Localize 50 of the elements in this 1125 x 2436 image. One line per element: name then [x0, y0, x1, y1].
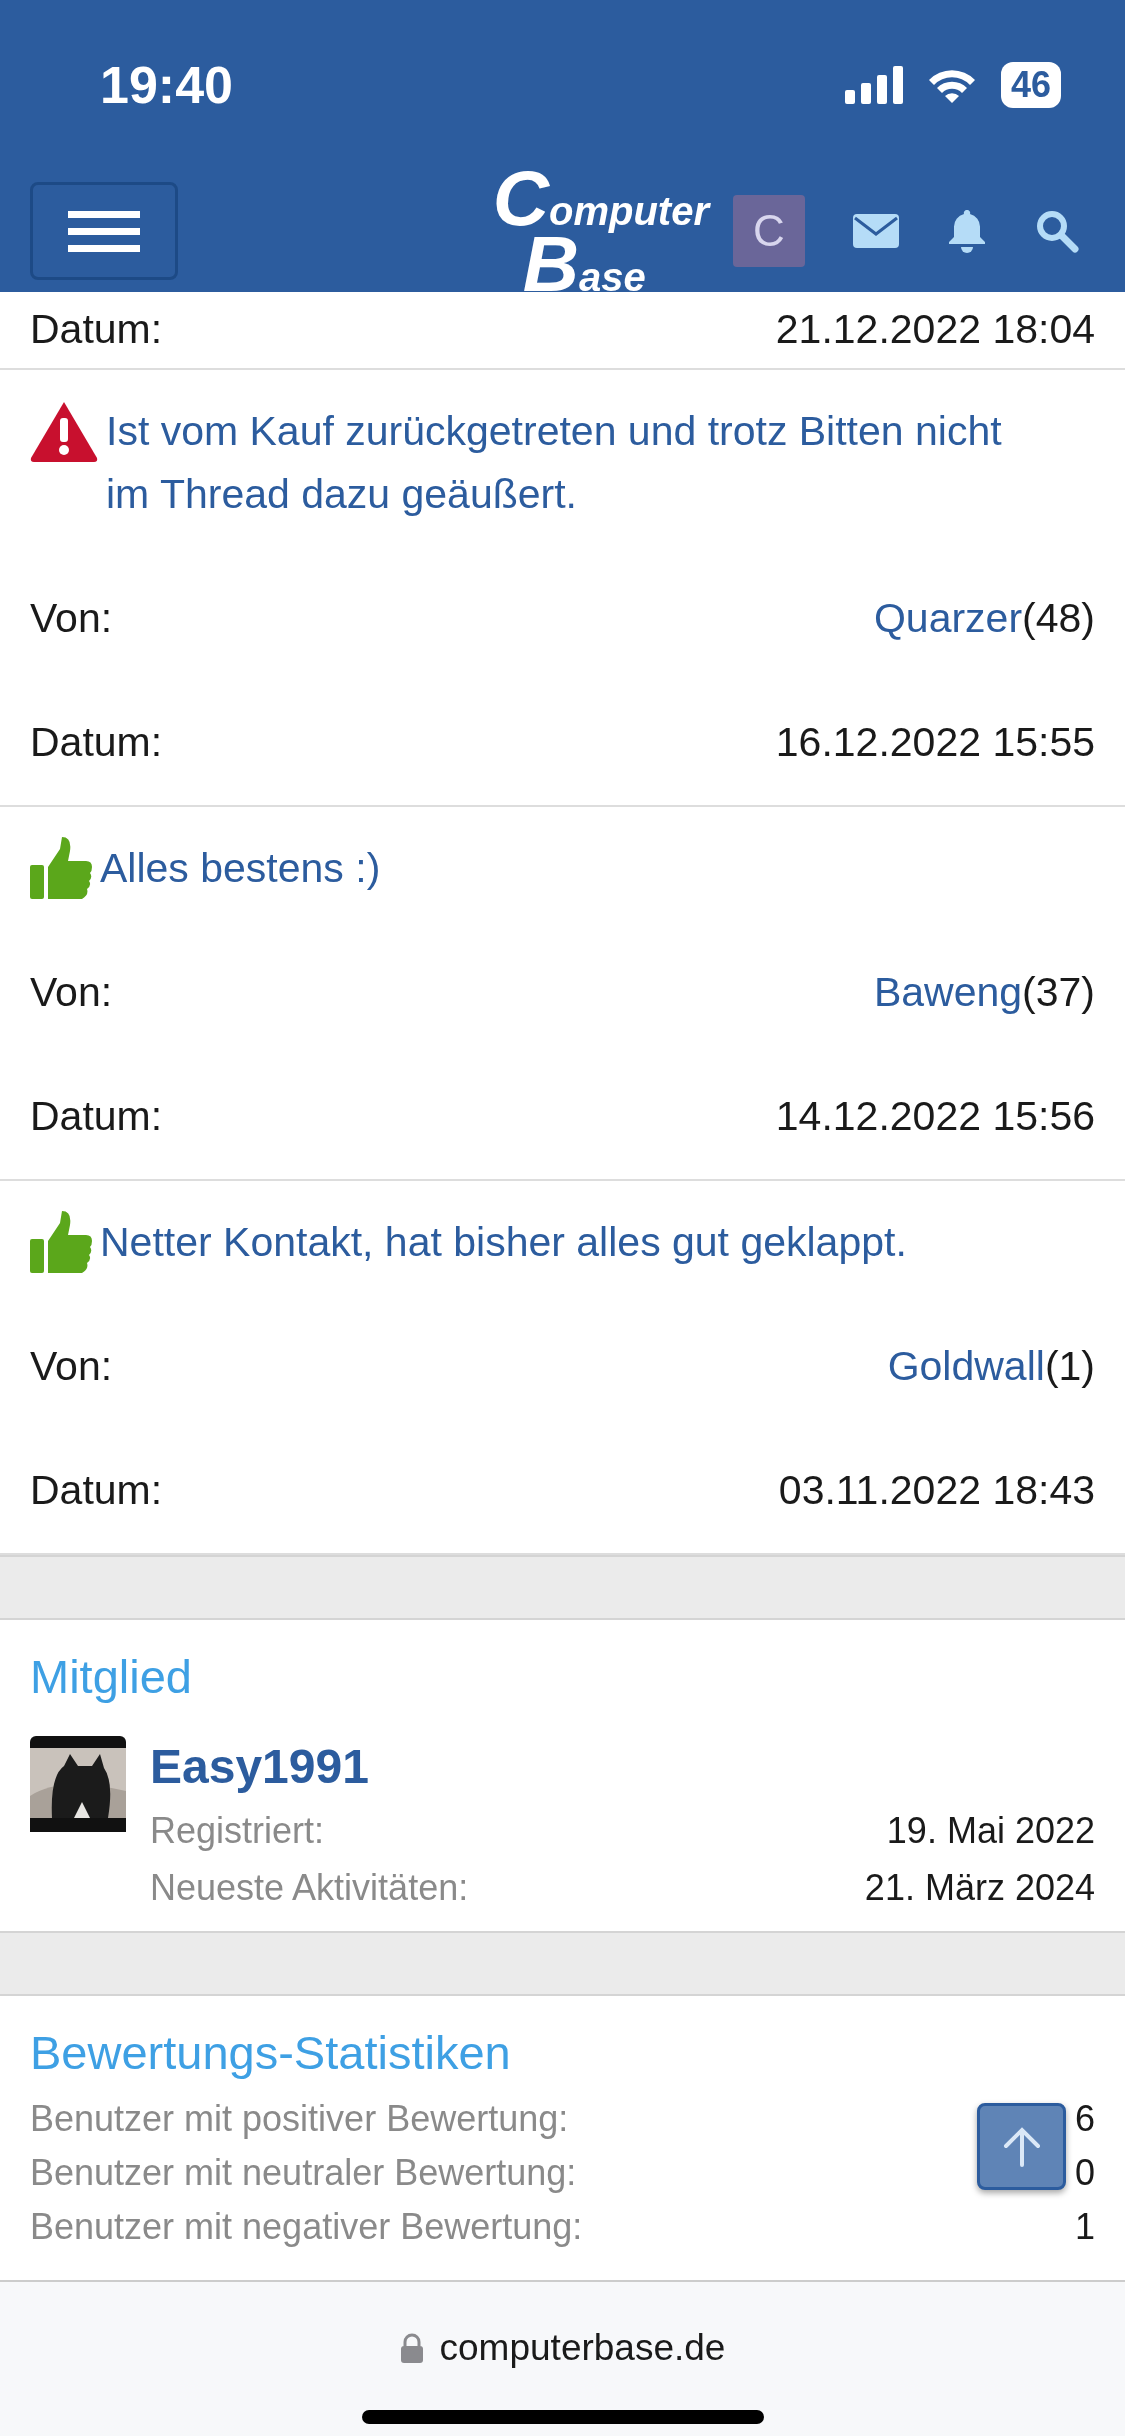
feedback-message: Alles bestens :) — [100, 844, 381, 893]
date-value: 03.11.2022 18:43 — [778, 1466, 1095, 1516]
row-label: Benutzer mit negativer Bewertung: — [30, 2205, 583, 2249]
user-link[interactable]: Goldwall — [887, 1336, 1045, 1398]
battery-level: 46 — [1000, 62, 1061, 108]
rating-count: (37) — [1022, 968, 1095, 1018]
date-value: 16.12.2022 15:55 — [775, 718, 1095, 768]
section-heading: Bewertungs-Statistiken — [30, 2025, 512, 2081]
scroll-top-button[interactable] — [977, 2103, 1066, 2190]
rating-count: (1) — [1044, 1342, 1095, 1392]
row-label: Benutzer mit neutraler Bewertung: — [30, 2151, 577, 2195]
row-value: 21. März 2024 — [864, 1866, 1095, 1910]
user-link[interactable]: Quarzer — [873, 588, 1023, 650]
row-label: Neueste Aktivitäten: — [150, 1866, 469, 1910]
row-value: 6 — [1074, 2097, 1095, 2141]
lock-icon — [399, 2332, 424, 2363]
row-value: 0 — [1074, 2151, 1095, 2195]
thumbs-up-icon — [30, 1211, 92, 1273]
date-value: 14.12.2022 15:56 — [775, 1092, 1095, 1142]
row-label: Von: — [30, 594, 113, 644]
search-icon[interactable] — [1035, 209, 1079, 253]
mail-icon[interactable] — [853, 214, 899, 248]
row-label: Datum: — [30, 305, 163, 355]
row-value: 19. Mai 2022 — [886, 1809, 1095, 1853]
row-label: Von: — [30, 1342, 113, 1392]
address-bar[interactable]: computerbase.de — [439, 2320, 726, 2376]
menu-button[interactable] — [30, 182, 178, 280]
feedback-message: Netter Kontakt, hat bisher alles gut geklappt. — [100, 1218, 907, 1267]
user-link[interactable]: Baweng — [873, 962, 1023, 1024]
row-label: Datum: — [30, 1092, 163, 1142]
rating-count: (48) — [1022, 594, 1095, 644]
account-avatar[interactable]: C — [733, 195, 805, 267]
feedback-message: Ist vom Kauf zurückgetreten und trotz Bitten nicht im Thread dazu geäußert. — [106, 407, 1003, 519]
row-label: Datum: — [30, 718, 163, 768]
section-heading: Mitglied — [30, 1649, 193, 1705]
site-logo[interactable]: Computer Base — [492, 164, 709, 298]
row-label: Von: — [30, 968, 113, 1018]
row-value: 1 — [1074, 2205, 1095, 2249]
row-label: Benutzer mit positiver Bewertung: — [30, 2097, 569, 2141]
member-name[interactable]: Easy1991 — [150, 1732, 369, 1802]
status-time: 19:40 — [100, 55, 233, 116]
row-label: Datum: — [30, 1466, 163, 1516]
bell-icon[interactable] — [947, 209, 987, 253]
signal-icon — [844, 66, 903, 104]
thumbs-up-icon — [30, 837, 92, 899]
date-value: 21.12.2022 18:04 — [775, 305, 1095, 355]
warning-icon — [30, 400, 98, 462]
arrow-up-icon — [1001, 2126, 1042, 2167]
row-label: Registriert: — [150, 1809, 325, 1853]
menu-icon — [68, 210, 140, 252]
